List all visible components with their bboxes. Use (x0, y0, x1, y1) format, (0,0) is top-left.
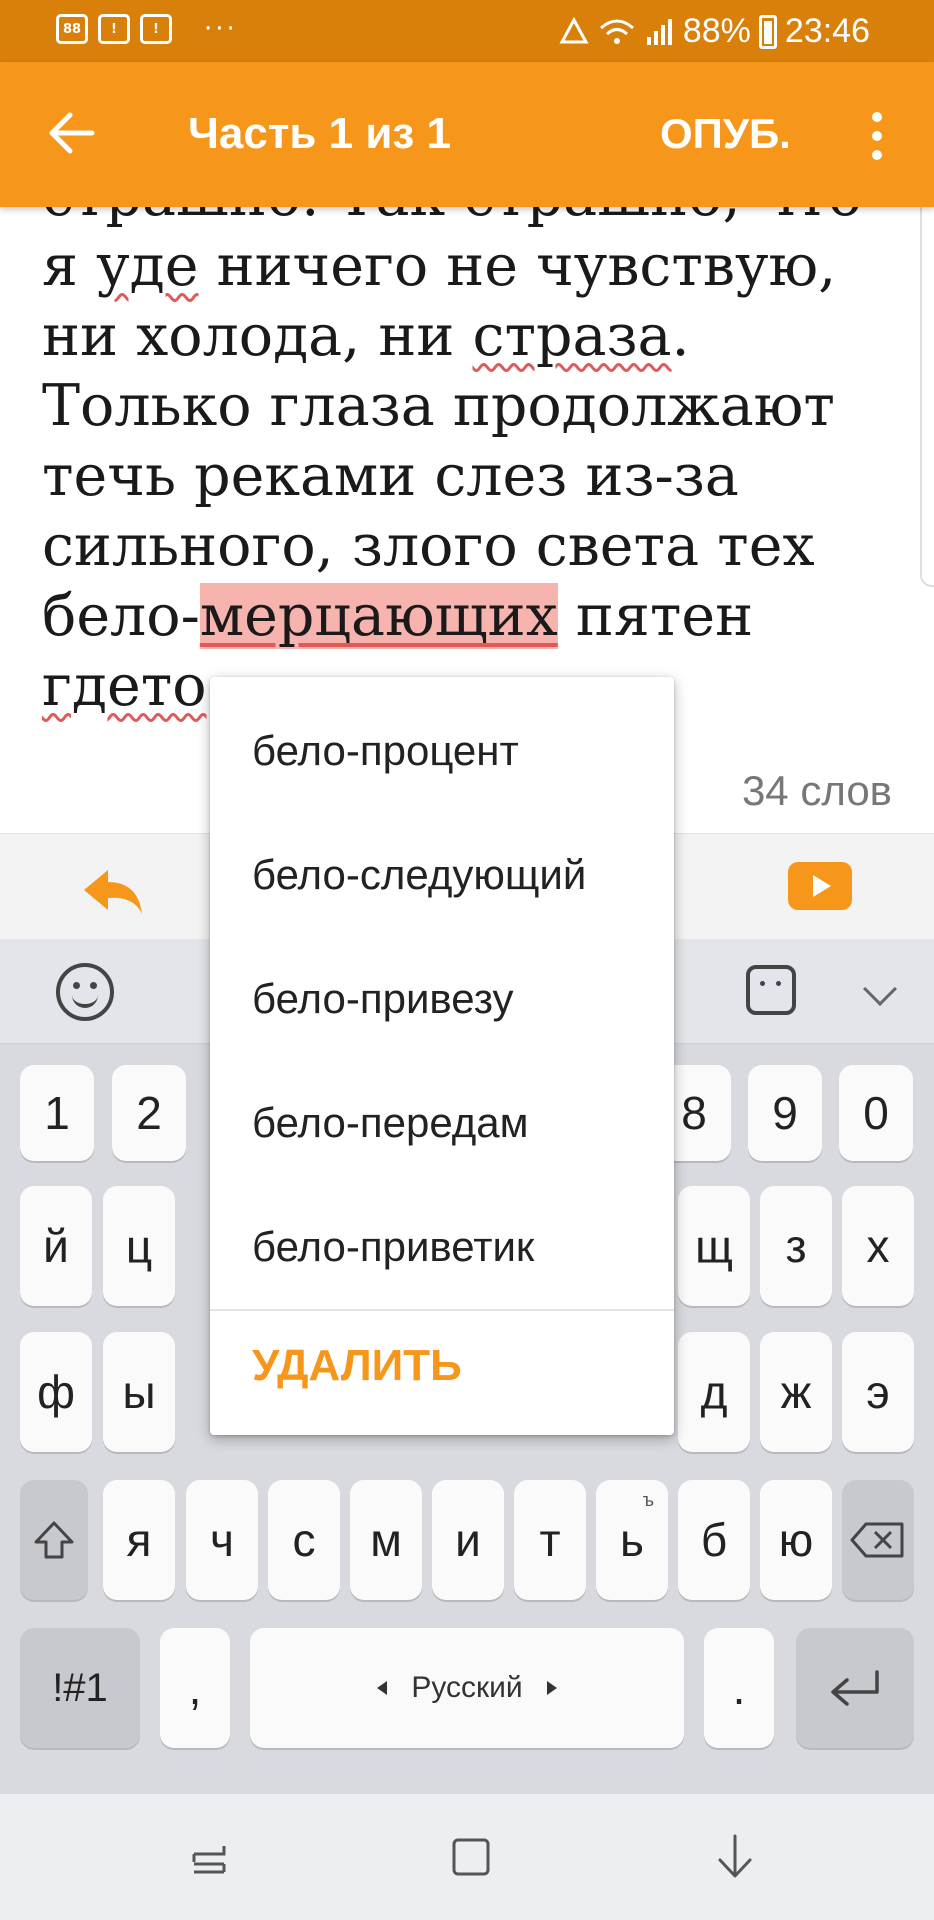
emoji-icon[interactable] (56, 963, 114, 1021)
key-я[interactable]: я (103, 1480, 175, 1600)
app-bar: Часть 1 из 1 ОПУБ. (0, 62, 934, 207)
spelling-suggestions-popup: бело-процент бело-следующий бело-привезу… (210, 677, 674, 1435)
story-line: ни холода, ни страза. (42, 301, 902, 371)
suggestion-item[interactable]: бело-процент (210, 689, 674, 813)
recycle-icon (559, 16, 589, 47)
story-text-run: ничего не чувствую, (198, 233, 837, 299)
word-count: 34 слов (741, 767, 892, 814)
battery-percent: 88% (682, 12, 751, 50)
key-ь[interactable]: ьъ (596, 1480, 668, 1600)
enter-key[interactable] (796, 1628, 914, 1748)
story-text-run: бело- (42, 583, 200, 649)
story-line: страшно. Так страшно, что (42, 207, 902, 231)
signal-icon (645, 17, 675, 47)
comma-key[interactable]: , (160, 1628, 230, 1748)
delete-button[interactable]: УДАЛИТЬ (252, 1331, 462, 1401)
suggestion-item[interactable]: бело-привезу (210, 937, 674, 1061)
chevron-right-icon (546, 1681, 557, 1695)
suggestion-item[interactable]: бело-приветик (210, 1185, 674, 1309)
key-м[interactable]: м (350, 1480, 422, 1600)
enter-icon (831, 1670, 879, 1706)
system-nav-bar (0, 1794, 934, 1920)
story-text-run: . (671, 303, 690, 369)
more-vert-icon[interactable] (860, 106, 894, 166)
key-и[interactable]: и (432, 1480, 504, 1600)
key-т[interactable]: т (514, 1480, 586, 1600)
key-alt-label: ъ (642, 1490, 654, 1510)
scrollbar[interactable] (920, 207, 934, 587)
space-bar[interactable]: Русский (250, 1628, 684, 1748)
notification-icons: 88 ! ! ··· (56, 14, 238, 44)
story-line: я уде ничего не чувствую, (42, 231, 902, 301)
symbols-key[interactable]: !#1 (20, 1628, 140, 1748)
key-ф[interactable]: ф (20, 1332, 92, 1452)
key-1[interactable]: 1 (20, 1065, 94, 1161)
home-icon[interactable] (446, 1832, 496, 1882)
shift-icon (34, 1521, 74, 1559)
key-9[interactable]: 9 (748, 1065, 822, 1161)
key-д[interactable]: д (678, 1332, 750, 1452)
period-key[interactable]: . (704, 1628, 774, 1748)
divider (210, 1309, 674, 1311)
backspace-key[interactable] (842, 1480, 914, 1600)
key-х[interactable]: х (842, 1186, 914, 1306)
story-text-run: сильного, злого света тех (42, 513, 815, 579)
status-bar: 88 ! ! ··· 88% 23:46 (0, 0, 934, 62)
story-line: бело-мерцающих пятен (42, 581, 902, 651)
key-ю[interactable]: ю (760, 1480, 832, 1600)
alert-icon: ! (98, 14, 130, 44)
story-text-run: ни холода, ни (42, 303, 473, 369)
key-щ[interactable]: щ (678, 1186, 750, 1306)
hide-keyboard-icon[interactable] (710, 1832, 760, 1882)
page-title: Часть 1 из 1 (188, 109, 451, 158)
suggestion-item[interactable]: бело-передам (210, 1061, 674, 1185)
key-э[interactable]: э (842, 1332, 914, 1452)
key-ж[interactable]: ж (760, 1332, 832, 1452)
sticker-icon[interactable] (746, 965, 796, 1015)
story-text[interactable]: страшно. Так страшно, чтоя уде ничего не… (42, 207, 902, 721)
story-text-run: пятен (557, 583, 754, 649)
undo-icon[interactable] (78, 862, 148, 918)
misspelled-word[interactable]: страза (473, 303, 672, 369)
key-ы[interactable]: ы (103, 1332, 175, 1452)
key-з[interactable]: з (760, 1186, 832, 1306)
video-icon[interactable] (788, 862, 852, 910)
clock: 23:46 (784, 12, 870, 50)
key-2[interactable]: 2 (112, 1065, 186, 1161)
key-ц[interactable]: ц (103, 1186, 175, 1306)
story-line: течь реками слез из-за (42, 441, 902, 511)
recent-apps-icon[interactable] (184, 1832, 234, 1882)
story-text-run: Только глаза продолжают (42, 373, 835, 439)
more-notifications-icon: ··· (204, 14, 238, 44)
notification-88-icon: 88 (56, 14, 88, 44)
story-text-run: течь реками слез из-за (42, 443, 739, 509)
story-text-run: я (42, 233, 97, 299)
selected-misspelled-word[interactable]: мерцающих (199, 583, 558, 649)
suggestion-item[interactable]: бело-следующий (210, 813, 674, 937)
chevron-down-icon[interactable] (863, 972, 897, 1006)
keyboard-language: Русский (411, 1671, 523, 1704)
key-й[interactable]: й (20, 1186, 92, 1306)
key-с[interactable]: с (268, 1480, 340, 1600)
back-arrow-icon[interactable] (44, 104, 102, 162)
publish-button[interactable]: ОПУБ. (660, 106, 791, 162)
wifi-icon (597, 17, 637, 47)
battery-icon (758, 14, 777, 49)
alert-icon: ! (140, 14, 172, 44)
key-0[interactable]: 0 (839, 1065, 913, 1161)
misspelled-word[interactable]: уде (96, 233, 198, 299)
misspelled-word[interactable]: гдето (42, 653, 207, 719)
story-text-run: страшно. Так страшно, что (42, 207, 862, 229)
chevron-left-icon (377, 1681, 388, 1695)
backspace-icon (850, 1522, 904, 1558)
story-line: Только глаза продолжают (42, 371, 902, 441)
story-line: сильного, злого света тех (42, 511, 902, 581)
shift-key[interactable] (20, 1480, 88, 1600)
key-б[interactable]: б (678, 1480, 750, 1600)
key-ч[interactable]: ч (186, 1480, 258, 1600)
